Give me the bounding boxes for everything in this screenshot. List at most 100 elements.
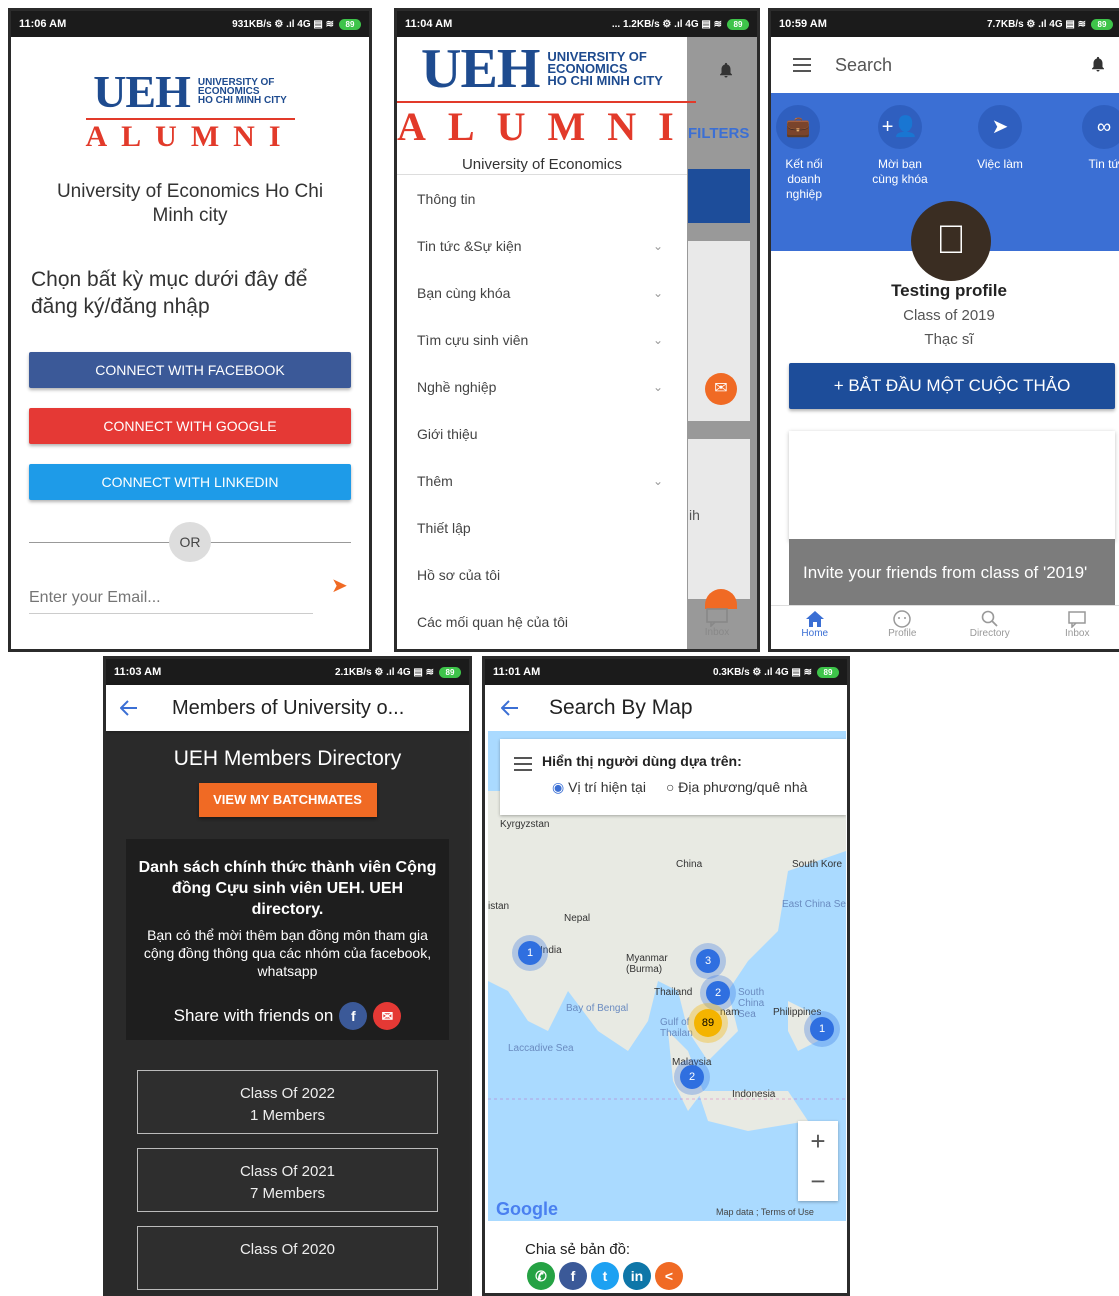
class-item[interactable]: Class Of 20217 Members — [137, 1148, 438, 1212]
map-view[interactable]: Hiển thị người dùng dựa trên: ◉ Vị trí h… — [488, 731, 846, 1221]
facebook-icon[interactable]: f — [559, 1262, 587, 1290]
quick-action-label: Việc làm — [977, 157, 1023, 171]
chevron-down-icon[interactable]: ⌄ — [653, 239, 663, 253]
filters-button[interactable]: FILTERS — [688, 125, 749, 142]
logo-subtitle: UNIVERSITY OF ECONOMICS HO CHI MINH CITY — [547, 51, 663, 87]
top-bar: Search — [771, 37, 1119, 93]
menu-item-label: Thông tin — [417, 191, 475, 207]
menu-item[interactable]: Nghề nghiệp⌄ — [397, 363, 687, 410]
status-network: 931KB/s ⚙ .ıl 4G ▤ ≋ — [232, 19, 334, 30]
chevron-down-icon[interactable]: ⌄ — [653, 380, 663, 394]
linkedin-icon[interactable]: in — [623, 1262, 651, 1290]
menu-item-label: Thêm — [417, 473, 453, 489]
class-name: Class Of 2022 — [138, 1083, 437, 1105]
hamburger-menu-icon[interactable] — [514, 755, 532, 773]
start-discussion-button[interactable]: + BẮT ĐẦU MỘT CUỘC THẢO — [789, 363, 1115, 409]
share-map-bar: Chia sẻ bản đồ: ✆ f t in < — [485, 1241, 850, 1290]
chevron-down-icon[interactable]: ⌄ — [653, 333, 663, 347]
university-name: University of Economics Ho Chi Minh city — [11, 180, 369, 228]
logo-line3: HO CHI MINH CITY — [547, 73, 663, 88]
facebook-icon[interactable]: f — [339, 1002, 367, 1030]
map-cluster[interactable]: 2 — [706, 981, 730, 1005]
status-bar: 11:06 AM 931KB/s ⚙ .ıl 4G ▤ ≋89 — [11, 11, 369, 37]
twitter-icon[interactable]: t — [591, 1262, 619, 1290]
map-cluster[interactable]: 1 — [518, 941, 542, 965]
gmail-icon[interactable]: ✉ — [373, 1002, 401, 1030]
status-time: 11:03 AM — [114, 666, 161, 678]
status-bar: 10:59 AM 7.7KB/s ⚙ .ıl 4G ▤ ≋89 — [771, 11, 1119, 37]
map-label: Kyrgyzstan — [500, 819, 549, 830]
menu-item[interactable]: Giới thiệu — [397, 410, 687, 457]
menu-item[interactable]: Các mối quan hệ của tôi — [397, 598, 687, 645]
menu-item[interactable]: Thêm ⌄ — [397, 457, 687, 504]
logo-alumni: ALUMNI — [397, 101, 696, 150]
map-label: South Kore — [792, 859, 842, 870]
map-cluster[interactable]: 2 — [680, 1065, 704, 1089]
partial-text: ih — [689, 507, 700, 523]
map-terms[interactable]: Map data ; Terms of Use — [716, 1207, 814, 1217]
battery-icon: 89 — [1091, 19, 1113, 30]
quick-action-business[interactable]: 💼 Kết nối doanh nghiệp — [768, 105, 843, 202]
nav-inbox[interactable]: Inbox — [697, 607, 737, 638]
send-arrow-icon[interactable]: ➤ — [331, 573, 348, 598]
chevron-down-icon[interactable]: ⌄ — [653, 286, 663, 300]
quick-action-jobs[interactable]: ➤ Việc làm — [955, 105, 1045, 172]
back-arrow-icon[interactable] — [120, 699, 138, 717]
menu-item[interactable]: Tin tức &Sự kiện ⌄ — [397, 222, 687, 269]
hamburger-menu-icon[interactable] — [793, 56, 811, 74]
mail-icon[interactable]: ✉ — [705, 373, 737, 405]
battery-icon: 89 — [439, 667, 461, 678]
menu-item[interactable]: Thiết lập — [397, 504, 687, 551]
whatsapp-icon[interactable]: ✆ — [527, 1262, 555, 1290]
map-cluster[interactable]: 3 — [696, 949, 720, 973]
search-field[interactable]: Search — [835, 55, 892, 76]
profile-degree: Thạc sĩ — [771, 331, 1119, 348]
connect-facebook-button[interactable]: CONNECT WITH FACEBOOK — [29, 352, 351, 388]
menu-item[interactable]: Thông tin — [397, 175, 687, 222]
menu-item[interactable]: Bạn cùng khóa⌄ — [397, 269, 687, 316]
home-screen: 10:59 AM 7.7KB/s ⚙ .ıl 4G ▤ ≋89 Search 💼… — [768, 8, 1119, 652]
map-cluster[interactable]: 1 — [810, 1017, 834, 1041]
feed-card — [789, 431, 1115, 541]
nav-directory[interactable]: Directory — [946, 606, 1034, 649]
email-input[interactable] — [29, 584, 313, 612]
status-network: 7.7KB/s ⚙ .ıl 4G ▤ ≋ — [987, 19, 1086, 30]
connect-linkedin-button[interactable]: CONNECT WITH LINKEDIN — [29, 464, 351, 500]
radio-current-location[interactable]: ◉ Vị trí hiện tại — [552, 779, 646, 796]
class-item[interactable]: Class Of 2020 — [137, 1226, 438, 1290]
class-item[interactable]: Class Of 20221 Members — [137, 1070, 438, 1134]
menu-item-label: Các mối quan hệ của tôi — [417, 614, 568, 630]
class-members: 1 Members — [138, 1105, 437, 1127]
connect-google-button[interactable]: CONNECT WITH GOOGLE — [29, 408, 351, 444]
map-label: South China Sea — [738, 987, 778, 1020]
map-label: Laccadive Sea — [508, 1043, 574, 1054]
avatar[interactable]:  — [911, 201, 991, 281]
app-bar: Members of University o... — [106, 685, 469, 731]
bell-icon[interactable] — [1089, 55, 1107, 73]
bell-icon[interactable] — [717, 61, 735, 79]
share-icon[interactable]: < — [655, 1262, 683, 1290]
menu-item-label: Hồ sơ của tôi — [417, 567, 500, 583]
nav-inbox[interactable]: Inbox — [1034, 606, 1119, 649]
zoom-out-button[interactable]: − — [798, 1161, 838, 1201]
view-batchmates-button[interactable]: VIEW MY BATCHMATES — [199, 783, 377, 817]
zoom-in-button[interactable]: + — [798, 1121, 838, 1161]
menu-item[interactable]: Tìm cựu sinh viên⌄ — [397, 316, 687, 363]
menu-item-label: Tin tức &Sự kiện — [417, 238, 522, 254]
radio-hometown[interactable]: ○ Địa phương/quê nhà — [666, 779, 807, 796]
quick-action-news[interactable]: ∞ Tin tứ — [1059, 105, 1119, 172]
nav-home[interactable]: Home — [771, 606, 859, 649]
nav-profile[interactable]: Profile — [859, 606, 947, 649]
back-arrow-icon[interactable] — [501, 699, 519, 717]
chevron-down-icon[interactable]: ⌄ — [653, 474, 663, 488]
directory-info-box: Danh sách chính thức thành viên Cộng đồn… — [126, 839, 449, 1040]
radio-unselected-icon: ○ — [666, 779, 674, 795]
radio-selected-icon: ◉ — [552, 779, 564, 795]
map-label: Myanmar (Burma) — [626, 953, 676, 975]
menu-item[interactable]: Hồ sơ của tôi — [397, 551, 687, 598]
invite-banner[interactable]: Invite your friends from class of '2019' — [789, 539, 1115, 611]
quick-action-invite[interactable]: +👤 Mời bạn cùng khóa — [855, 105, 945, 187]
quick-action-label: Kết nối doanh nghiệp — [777, 157, 831, 202]
map-cluster[interactable]: 89 — [694, 1009, 722, 1037]
map-label: nam — [720, 1007, 739, 1018]
